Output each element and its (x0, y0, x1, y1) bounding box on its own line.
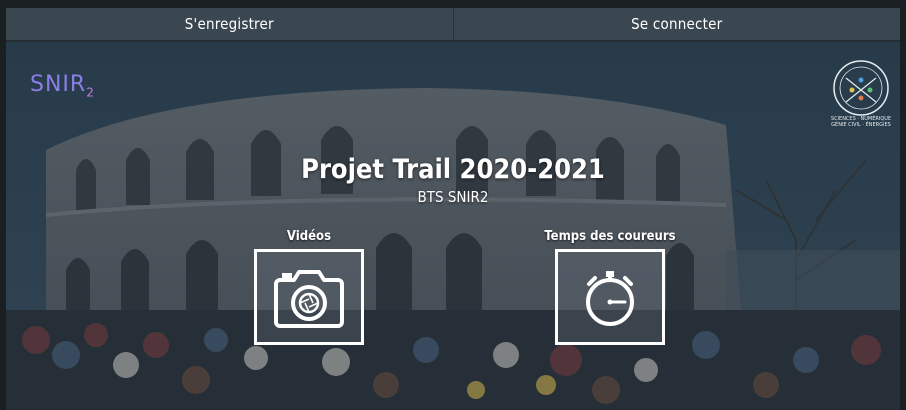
hero-background-image (6, 40, 900, 410)
videos-tile[interactable]: Vidéos (252, 229, 366, 345)
login-button[interactable]: Se connecter (452, 8, 901, 40)
camera-icon (274, 270, 344, 328)
seal-caption-line2: GÉNIE CIVIL · ÉNERGIES (831, 122, 891, 128)
videos-tile-box[interactable] (254, 249, 364, 345)
stopwatch-icon (586, 271, 634, 326)
snir-logo: SNIR2 (30, 72, 95, 99)
runner-times-tile-box[interactable] (555, 249, 665, 345)
page-subtitle: BTS SNIR2 (417, 188, 489, 206)
snir-logo-subscript: 2 (86, 85, 95, 100)
videos-tile-label: Vidéos (286, 229, 332, 244)
page-title: Projet Trail 2020-2021 (301, 154, 605, 185)
register-button[interactable]: S'enregistrer (6, 8, 453, 40)
runner-times-tile-label: Temps des coureurs (544, 229, 676, 244)
seal-caption: SCIENCES · NUMÉRIQUE GÉNIE CIVIL · ÉNERG… (826, 116, 896, 128)
top-navigation: S'enregistrer Se connecter (6, 8, 900, 42)
snir-logo-text: SNIR (30, 72, 87, 97)
runner-times-tile[interactable]: Temps des coureurs (540, 229, 680, 345)
